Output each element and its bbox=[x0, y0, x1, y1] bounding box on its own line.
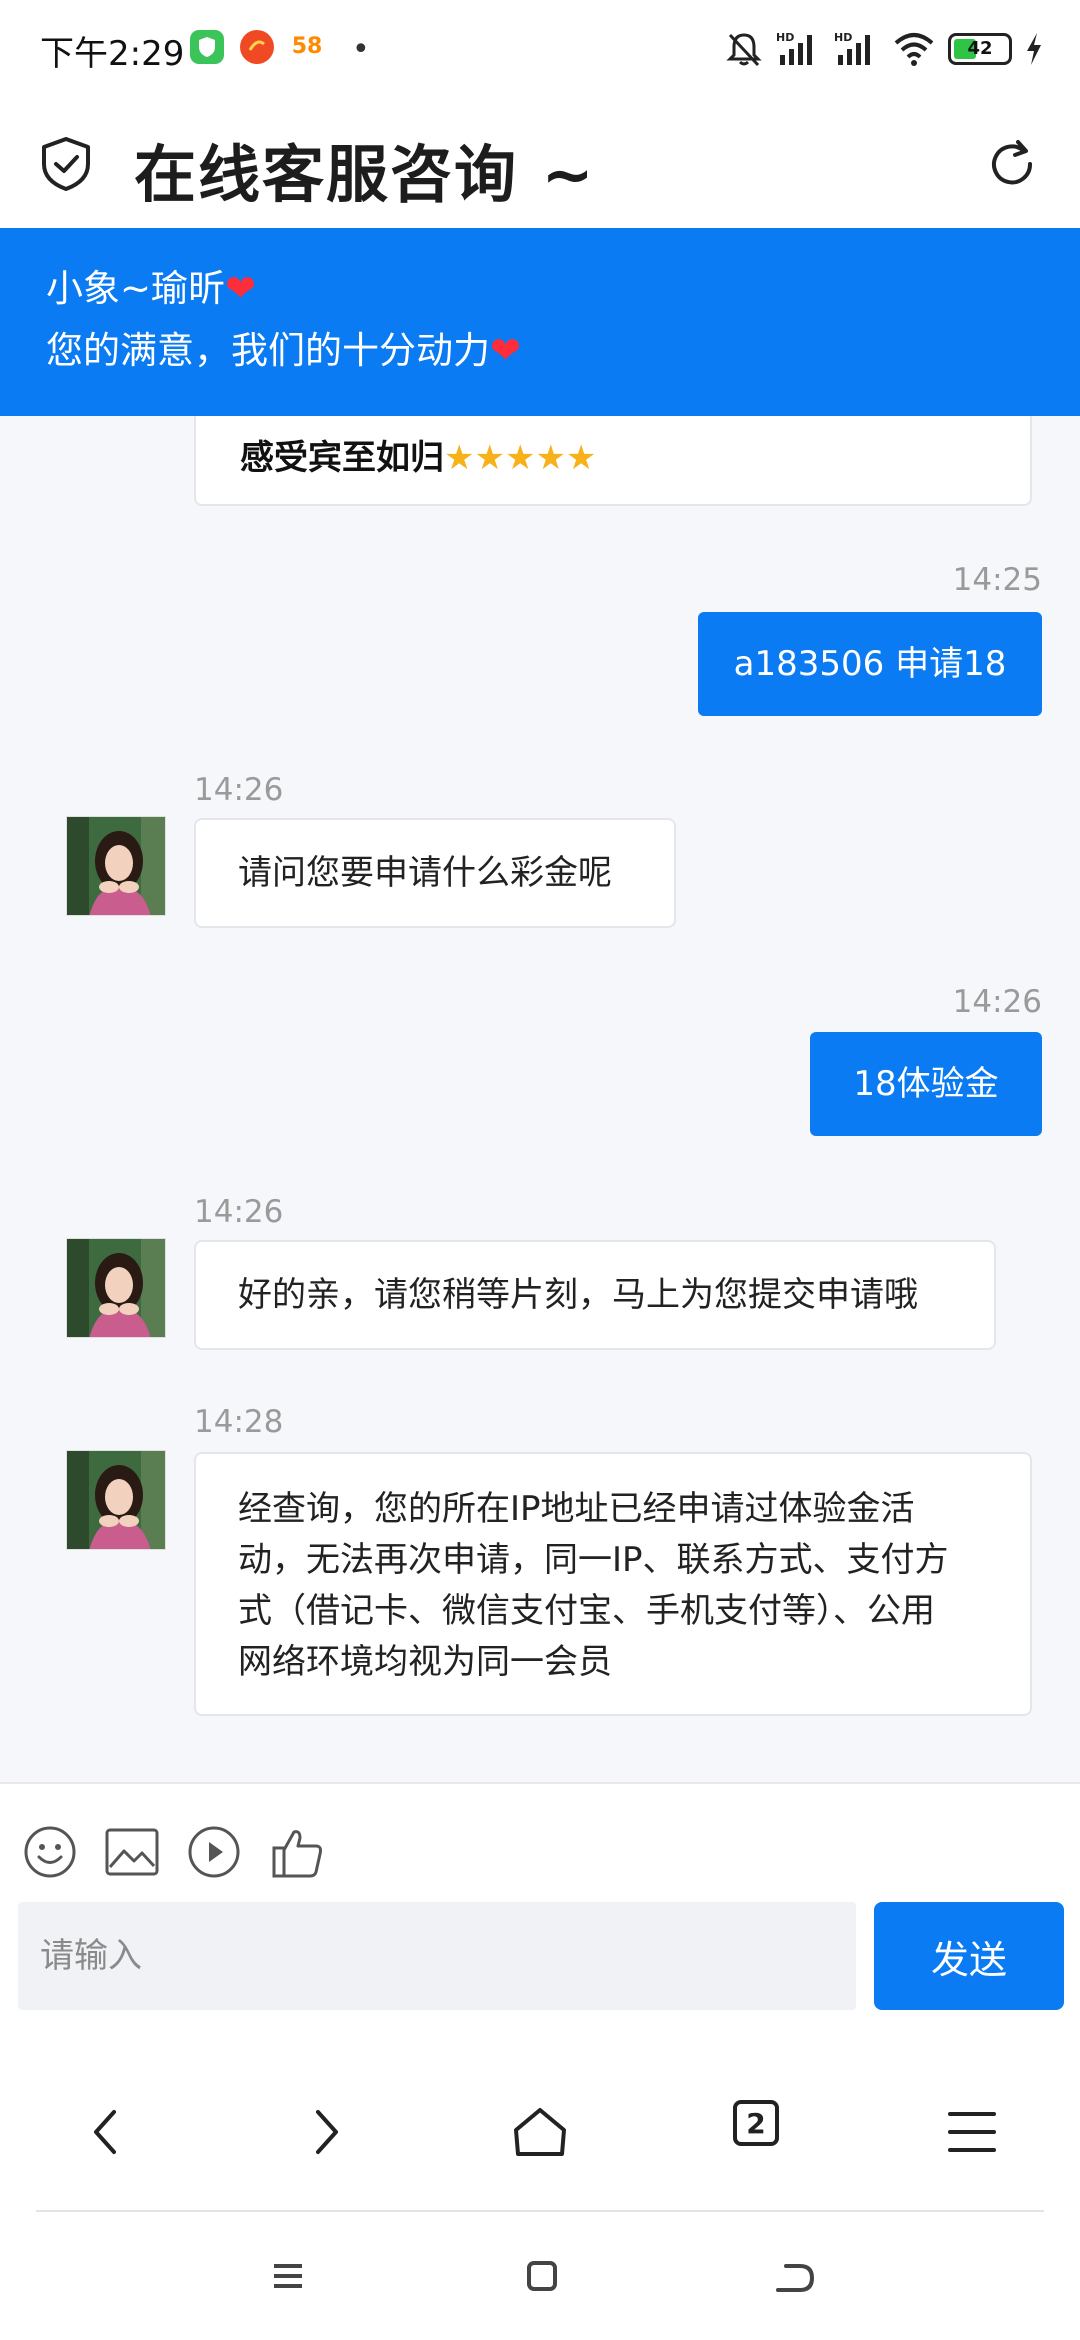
message-line: 经查询，您的所在IP地址已经申请过体验金活 bbox=[238, 1489, 915, 1529]
previous-message-text: 感受宾至如归★★★★★ bbox=[240, 430, 596, 479]
user-message-bubble: a183506 申请18 bbox=[698, 612, 1042, 716]
heart-icon: ❤ bbox=[225, 267, 257, 310]
emoji-icon[interactable] bbox=[22, 1824, 78, 1880]
tabs-icon[interactable]: 2 bbox=[733, 2100, 779, 2146]
chat-area[interactable]: 感受宾至如归★★★★★ 14:25 a183506 申请18 14:26 请问您… bbox=[0, 416, 1080, 1782]
58-app-icon: 58 bbox=[291, 34, 323, 59]
message-line: 动，无法再次申请，同一IP、联系方式、支付方 bbox=[238, 1540, 949, 1580]
agent-name: 小象~瑜昕 bbox=[46, 267, 226, 310]
star-rating: ★★★★★ bbox=[444, 438, 597, 478]
charging-icon bbox=[1027, 33, 1041, 65]
message-time: 14:26 bbox=[194, 1194, 284, 1230]
agent-avatar[interactable] bbox=[66, 816, 166, 916]
system-nav bbox=[0, 2212, 1080, 2340]
agent-message-bubble: 经查询，您的所在IP地址已经申请过体验金活 动，无法再次申请，同一IP、联系方式… bbox=[194, 1452, 1032, 1716]
battery-icon: 42 bbox=[948, 33, 1012, 65]
message-time: 14:26 bbox=[952, 984, 1042, 1020]
message-input[interactable] bbox=[18, 1902, 856, 2010]
refresh-icon[interactable] bbox=[984, 136, 1040, 192]
agent-name-line: 小象~瑜昕❤ bbox=[46, 258, 1080, 320]
battery-level: 42 bbox=[967, 38, 993, 59]
back-gesture-icon[interactable] bbox=[770, 2256, 818, 2296]
home-icon[interactable] bbox=[508, 2100, 572, 2164]
wifi-icon bbox=[894, 33, 934, 66]
send-button[interactable]: 发送 bbox=[874, 1902, 1064, 2010]
message-line: 式（借记卡、微信支付宝、手机支付等）、公用 bbox=[238, 1591, 935, 1631]
app-icon-red bbox=[240, 30, 274, 64]
image-icon[interactable] bbox=[104, 1824, 160, 1880]
message-line: 网络环境均视为同一会员 bbox=[238, 1642, 612, 1682]
browser-nav: 2 bbox=[0, 2042, 1080, 2212]
previous-message-tail: 感受宾至如归 bbox=[240, 438, 444, 478]
message-time: 14:26 bbox=[194, 772, 284, 808]
shield-check-icon[interactable] bbox=[40, 136, 92, 192]
recent-apps-icon[interactable] bbox=[268, 2256, 308, 2296]
status-dot: • bbox=[352, 32, 370, 67]
thumbs-up-icon[interactable] bbox=[270, 1824, 326, 1880]
agent-slogan-line: 您的满意，我们的十分动力❤ bbox=[46, 320, 1080, 382]
agent-avatar[interactable] bbox=[66, 1238, 166, 1338]
video-icon[interactable] bbox=[186, 1824, 242, 1880]
status-time: 下午2:29 bbox=[40, 34, 185, 74]
previous-message-bubble: 感受宾至如归★★★★★ bbox=[194, 416, 1032, 506]
status-indicators: HD HD 42 bbox=[724, 26, 1044, 72]
heart-icon: ❤ bbox=[490, 329, 522, 372]
input-area: 发送 bbox=[0, 1782, 1080, 2042]
svg-text:HD: HD bbox=[834, 31, 852, 44]
status-bar: 下午2:29 58 • HD HD 42 bbox=[0, 0, 1080, 100]
hd-signal-1-icon: HD bbox=[776, 31, 812, 65]
menu-icon[interactable] bbox=[940, 2100, 1004, 2164]
message-time: 14:25 bbox=[952, 562, 1042, 598]
forward-icon[interactable] bbox=[292, 2100, 356, 2164]
app-header: 在线客服咨询 ~ bbox=[0, 100, 1080, 228]
home-square-icon[interactable] bbox=[522, 2256, 562, 2296]
mute-icon bbox=[726, 33, 762, 67]
user-message-bubble: 18体验金 bbox=[810, 1032, 1042, 1136]
page-title: 在线客服咨询 ~ bbox=[134, 138, 596, 211]
hd-signal-2-icon: HD bbox=[834, 31, 870, 65]
back-icon[interactable] bbox=[76, 2100, 140, 2164]
svg-text:HD: HD bbox=[776, 31, 794, 44]
page: 下午2:29 58 • HD HD 42 在线客服咨询 ~ 小象~瑜昕❤ 您的满… bbox=[0, 0, 1080, 2340]
message-time: 14:28 bbox=[194, 1404, 284, 1440]
shield-app-icon bbox=[190, 30, 224, 64]
agent-message-bubble: 好的亲，请您稍等片刻，马上为您提交申请哦 bbox=[194, 1240, 996, 1350]
agent-avatar[interactable] bbox=[66, 1450, 166, 1550]
agent-slogan: 您的满意，我们的十分动力 bbox=[46, 329, 490, 372]
agent-message-bubble: 请问您要申请什么彩金呢 bbox=[194, 818, 676, 928]
agent-banner: 小象~瑜昕❤ 您的满意，我们的十分动力❤ bbox=[0, 228, 1080, 416]
